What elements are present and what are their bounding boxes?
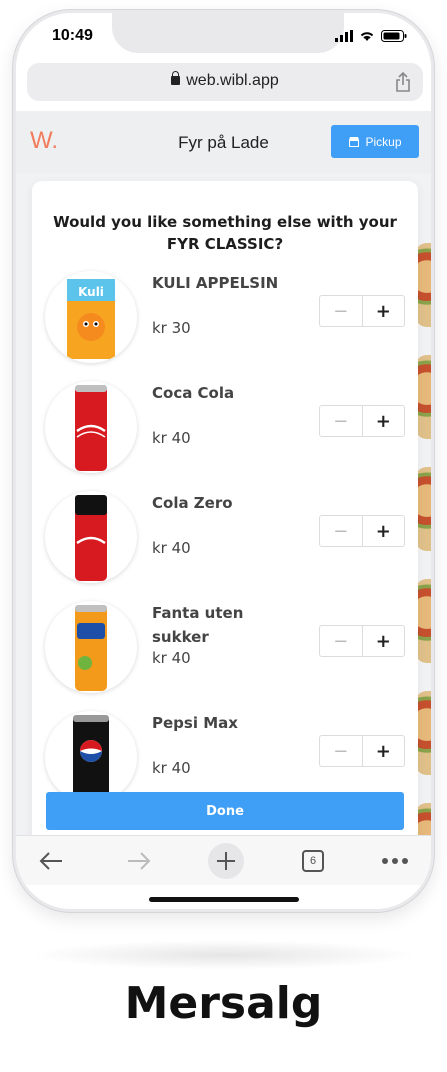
tab-count-icon: 6 [302, 850, 324, 872]
item-price: kr 40 [152, 759, 191, 777]
status-bar: 10:49 [16, 13, 431, 63]
fanta-can-icon [75, 605, 107, 691]
list-item: Kuli KULI APPELSIN kr 30 − + [32, 271, 418, 381]
quantity-stepper: − + [319, 625, 405, 657]
browser-toolbar: 6 [16, 835, 431, 885]
item-price: kr 40 [152, 539, 191, 557]
done-button[interactable]: Done [46, 792, 404, 830]
pickup-label: Pickup [365, 134, 402, 149]
item-name: Cola Zero [152, 494, 233, 512]
svg-text:Kuli: Kuli [78, 285, 104, 299]
item-price: kr 40 [152, 429, 191, 447]
increase-button[interactable]: + [363, 626, 405, 656]
list-item: Coca Cola kr 40 − + [32, 381, 418, 491]
increase-button[interactable]: + [363, 736, 405, 766]
phone-shadow [30, 940, 420, 970]
decrease-button[interactable]: − [320, 516, 363, 546]
tab-count: 6 [309, 855, 317, 867]
product-image [45, 381, 137, 473]
coca-cola-can-icon [75, 385, 107, 471]
plus-icon [217, 852, 235, 870]
item-price: kr 30 [152, 319, 191, 337]
quantity-stepper: − + [319, 515, 405, 547]
lock-icon [171, 71, 181, 85]
status-icons [335, 30, 407, 42]
share-icon[interactable] [395, 72, 411, 92]
forward-button[interactable] [122, 844, 156, 878]
phone-frame: 10:49 web.wibl.app W. Fyr på Lade Pickup… [13, 10, 434, 912]
battery-icon [381, 30, 407, 42]
increase-button[interactable]: + [363, 406, 405, 436]
item-name: Pepsi Max [152, 714, 238, 732]
item-price: kr 40 [152, 649, 191, 667]
forward-arrow-icon [128, 852, 151, 870]
product-image: Kuli [45, 271, 137, 363]
app-header: W. Fyr på Lade Pickup [16, 111, 431, 173]
more-dots-icon [382, 858, 408, 864]
web-page: W. Fyr på Lade Pickup Would you like som… [16, 111, 431, 835]
url-bar[interactable]: web.wibl.app [27, 63, 423, 101]
list-item: Fanta uten sukker kr 40 − + [32, 601, 418, 711]
url-display: web.wibl.app [27, 71, 423, 90]
increase-button[interactable]: + [363, 516, 405, 546]
home-indicator[interactable] [149, 897, 299, 902]
menu-button[interactable] [378, 844, 412, 878]
decrease-button[interactable]: − [320, 296, 363, 326]
back-arrow-icon [39, 852, 62, 870]
list-item: Cola Zero kr 40 − + [32, 491, 418, 601]
decrease-button[interactable]: − [320, 626, 363, 656]
quantity-stepper: − + [319, 735, 405, 767]
wifi-icon [360, 32, 374, 41]
item-name: KULI APPELSIN [152, 274, 279, 292]
quantity-stepper: − + [319, 295, 405, 327]
url-text: web.wibl.app [186, 72, 279, 89]
quantity-stepper: − + [319, 405, 405, 437]
back-button[interactable] [34, 844, 68, 878]
pepsi-max-can-icon [73, 715, 109, 801]
product-image [45, 601, 137, 693]
decrease-button[interactable]: − [320, 736, 363, 766]
store-icon [349, 137, 360, 147]
decrease-button[interactable]: − [320, 406, 363, 436]
upsell-modal: Would you like something else with your … [32, 181, 418, 835]
modal-title: Would you like something else with your … [53, 213, 397, 253]
new-tab-button[interactable] [208, 843, 244, 879]
pickup-button[interactable]: Pickup [331, 125, 419, 158]
status-time: 10:49 [52, 27, 93, 44]
product-image [45, 491, 137, 583]
product-image [45, 711, 137, 803]
cola-zero-can-icon [75, 495, 107, 581]
signal-icon [335, 30, 353, 42]
item-name: Fanta uten sukker [152, 604, 244, 646]
increase-button[interactable]: + [363, 296, 405, 326]
item-name: Coca Cola [152, 384, 235, 402]
tabs-button[interactable]: 6 [300, 844, 326, 878]
kuli-carton-icon: Kuli [67, 279, 115, 359]
caption: Mersalg [124, 978, 323, 1029]
